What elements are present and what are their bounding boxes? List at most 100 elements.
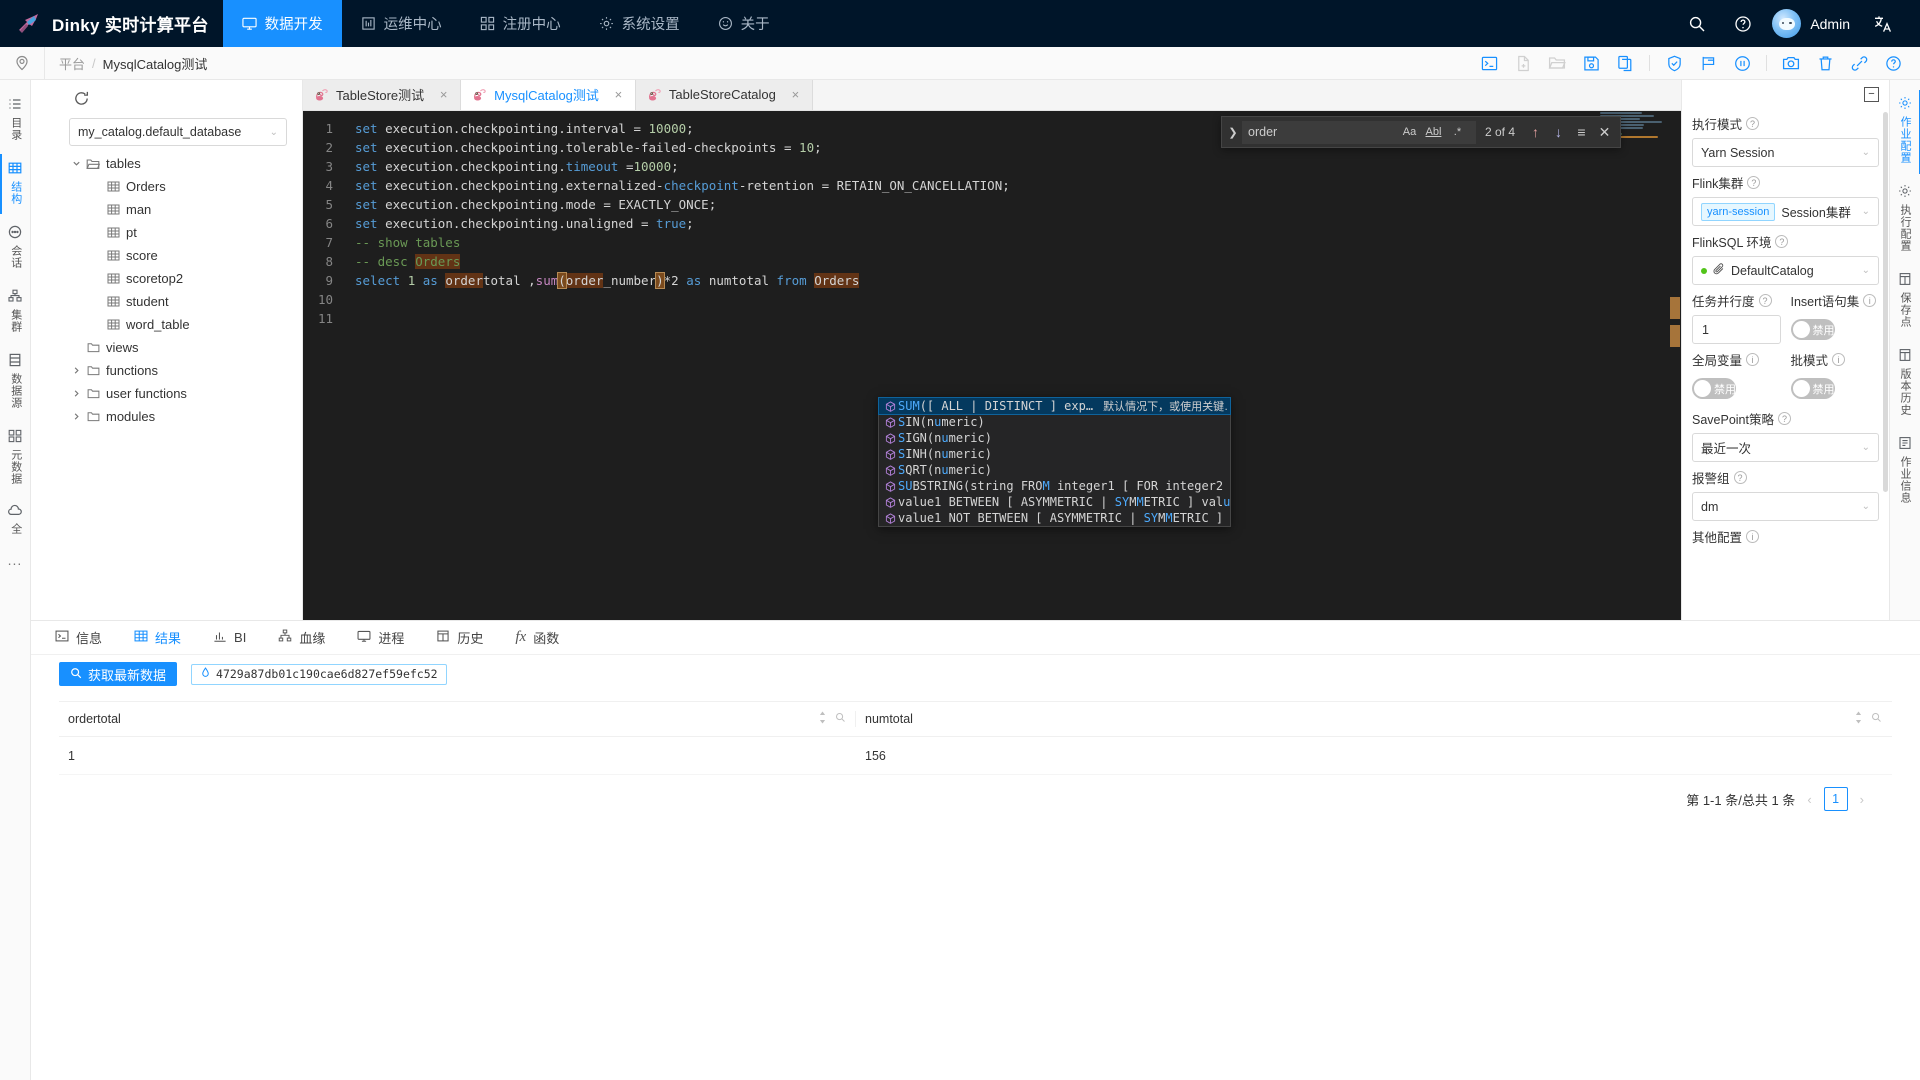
arrow-up-icon[interactable]: ↑ [1524, 124, 1547, 140]
info-icon[interactable]: i [1746, 353, 1759, 366]
bottom-tab-process[interactable]: 进程 [341, 621, 420, 655]
table-header-cell[interactable]: numtotal [856, 702, 1892, 736]
help-icon[interactable]: ? [1778, 412, 1791, 425]
savepoint-select[interactable]: 最近一次 ⌄ [1692, 433, 1879, 462]
nav-item-registry-center[interactable]: 注册中心 [461, 0, 580, 47]
rail-item-datasource[interactable]: 数据源 [0, 344, 31, 420]
new-file-icon[interactable] [1510, 47, 1536, 80]
translate-icon[interactable] [1860, 0, 1906, 47]
table-header-cell[interactable]: ordertotal [59, 702, 856, 736]
arrow-down-icon[interactable]: ↓ [1547, 124, 1570, 140]
rail-item-exec-config[interactable]: 执行配置 [1890, 176, 1920, 264]
insert-set-toggle[interactable]: 禁用 [1791, 319, 1835, 340]
bottom-tab-bi[interactable]: BI [197, 621, 262, 655]
autocomplete-suggestions[interactable]: SUM([ ALL | DISTINCT ] exp… 默认情况下，或使用关键…… [878, 397, 1231, 527]
help-icon[interactable]: ? [1734, 471, 1747, 484]
tree-node-modules[interactable]: modules [31, 405, 302, 428]
find-input[interactable]: order Aa Abl .* [1242, 121, 1476, 144]
editor-tab-tablestorecatalog[interactable]: TableStoreCatalog × [636, 79, 813, 110]
rail-item-all[interactable]: 全 [0, 496, 31, 546]
suggestion-item[interactable]: SUBSTRING(string FROM integer1 [ FOR int… [879, 478, 1230, 494]
column-search-icon[interactable] [835, 712, 846, 726]
tree-node-score[interactable]: score [31, 244, 302, 267]
alert-group-select[interactable]: dm ⌄ [1692, 492, 1879, 521]
global-var-toggle[interactable]: 禁用 [1692, 378, 1736, 399]
refresh-data-button[interactable]: 获取最新数据 [59, 662, 177, 686]
sort-icon[interactable] [1854, 711, 1863, 727]
pagination-next[interactable]: › [1858, 792, 1866, 807]
help-icon[interactable]: ? [1747, 176, 1760, 189]
console-icon[interactable] [1476, 47, 1502, 80]
tree-node-functions[interactable]: functions [31, 359, 302, 382]
save-icon[interactable] [1578, 47, 1604, 80]
nav-item-about[interactable]: 关于 [699, 0, 789, 47]
chevron-right-icon[interactable] [69, 412, 83, 421]
tree-node-word-table[interactable]: word_table [31, 313, 302, 336]
exec-mode-select[interactable]: Yarn Session ⌄ [1692, 138, 1879, 167]
rail-item-structure[interactable]: 结构 [0, 152, 31, 216]
help-icon[interactable]: ? [1746, 117, 1759, 130]
check-shield-icon[interactable] [1661, 47, 1687, 80]
pause-circle-icon[interactable] [1729, 47, 1755, 80]
match-case-icon[interactable]: Aa [1401, 126, 1418, 138]
nav-item-data-development[interactable]: 数据开发 [223, 0, 342, 47]
tree-node-orders[interactable]: Orders [31, 175, 302, 198]
pagination-page-1[interactable]: 1 [1824, 787, 1848, 811]
chevron-right-icon[interactable]: ❯ [1224, 126, 1242, 139]
info-icon[interactable]: i [1863, 294, 1876, 307]
suggestion-item[interactable]: SUM([ ALL | DISTINCT ] exp… 默认情况下，或使用关键… [879, 398, 1230, 414]
table-row[interactable]: 1 156 [59, 737, 1892, 775]
tree-node-student[interactable]: student [31, 290, 302, 313]
flink-cluster-select[interactable]: yarn-session Session集群 ⌄ [1692, 197, 1879, 226]
breadcrumb-root[interactable]: 平台 [59, 54, 85, 73]
chevron-right-icon[interactable] [69, 366, 83, 375]
question-circle-icon[interactable] [1720, 0, 1766, 47]
flag-icon[interactable] [1695, 47, 1721, 80]
collapse-icon[interactable]: − [1864, 87, 1879, 102]
nav-item-system-settings[interactable]: 系统设置 [580, 0, 699, 47]
rail-item-cluster[interactable]: 集群 [0, 280, 31, 344]
find-widget[interactable]: ❯ order Aa Abl .* 2 of 4 ↑ ↓ ≡ ✕ [1221, 116, 1621, 148]
tree-node-man[interactable]: man [31, 198, 302, 221]
regex-icon[interactable]: .* [1449, 126, 1466, 138]
trash-icon[interactable] [1812, 47, 1838, 80]
catalog-database-select[interactable]: my_catalog.default_database ⌄ [69, 118, 287, 146]
brand[interactable]: Dinky 实时计算平台 [0, 0, 223, 47]
suggestion-item[interactable]: SIN(numeric) [879, 414, 1230, 430]
info-icon[interactable]: i [1746, 530, 1759, 543]
refresh-icon[interactable] [31, 80, 302, 116]
flinksql-env-select[interactable]: DefaultCatalog ⌄ [1692, 256, 1879, 285]
tree-node-scoretop2[interactable]: scoretop2 [31, 267, 302, 290]
editor-tab-mysqlcatalog[interactable]: MysqlCatalog测试 × [461, 79, 636, 110]
question-circle-icon[interactable] [1880, 47, 1906, 80]
bottom-tab-info[interactable]: 信息 [39, 621, 118, 655]
bottom-tab-function[interactable]: fx 函数 [499, 621, 575, 655]
help-icon[interactable]: ? [1759, 294, 1772, 307]
job-id-chip[interactable]: 4729a87db01c190cae6d827ef59efc52 [191, 664, 447, 685]
rail-item-metadata[interactable]: 元数据 [0, 420, 31, 496]
open-folder-icon[interactable] [1544, 47, 1570, 80]
config-scrollbar[interactable] [1883, 112, 1888, 492]
nav-item-ops-center[interactable]: 运维中心 [342, 0, 461, 47]
copy-icon[interactable] [1612, 47, 1638, 80]
rail-item-session[interactable]: 会话 [0, 216, 31, 280]
rail-item-job-info[interactable]: 作业信息 [1890, 428, 1920, 516]
camera-icon[interactable] [1778, 47, 1804, 80]
info-icon[interactable]: i [1832, 353, 1845, 366]
rail-item-version-history[interactable]: 版本历史 [1890, 340, 1920, 428]
search-icon[interactable] [1674, 0, 1720, 47]
close-icon[interactable]: × [612, 87, 625, 102]
suggestion-item[interactable]: value1 BETWEEN [ ASYMMETRIC | SYMMETRIC … [879, 494, 1230, 510]
chevron-down-icon[interactable] [69, 159, 83, 168]
batch-mode-toggle[interactable]: 禁用 [1791, 378, 1835, 399]
chevron-right-icon[interactable] [69, 389, 83, 398]
tree-node-views[interactable]: views [31, 336, 302, 359]
find-in-selection-icon[interactable]: ≡ [1570, 124, 1593, 140]
tree-node-pt[interactable]: pt [31, 221, 302, 244]
rail-item-catalog[interactable]: 目录 [0, 88, 31, 152]
link-icon[interactable] [1846, 47, 1872, 80]
help-icon[interactable]: ? [1775, 235, 1788, 248]
suggestion-item[interactable]: SQRT(numeric) [879, 462, 1230, 478]
bottom-tab-result[interactable]: 结果 [118, 621, 197, 655]
more-icon[interactable]: ... [8, 552, 23, 568]
